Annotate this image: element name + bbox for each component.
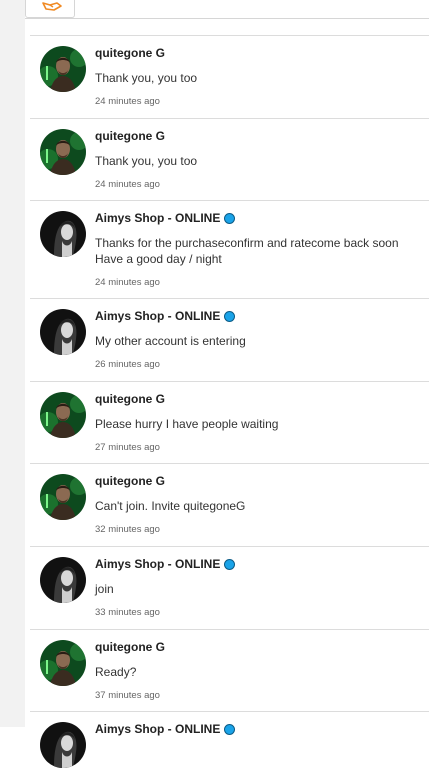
online-status-icon — [224, 558, 236, 570]
sender-row: Aimys Shop - ONLINE — [95, 556, 423, 572]
online-status-icon — [224, 212, 236, 224]
message-content: quitegone G Please hurry I have people wa… — [95, 391, 423, 453]
scrollbar[interactable] — [429, 0, 440, 727]
sender-name[interactable]: Aimys Shop - ONLINE — [95, 557, 220, 571]
message-content: quitegone G Ready? 37 minutes ago — [95, 639, 423, 701]
message-list: quitegone G Thank you, you too 24 minutes … — [30, 35, 429, 768]
message-content: Aimys Shop - ONLINE join 33 minutes ago — [95, 556, 423, 618]
sender-row: quitegone G — [95, 391, 423, 407]
message-item: quitegone G Ready? 37 minutes ago — [30, 629, 429, 711]
sender-name[interactable]: quitegone G — [95, 129, 165, 143]
message-text: Please hurry I have people waiting — [95, 417, 279, 431]
quitegone-avatar[interactable] — [40, 46, 86, 92]
message-timestamp: 24 minutes ago — [95, 277, 160, 288]
message-content: quitegone G Thank you, you too 24 minutes … — [95, 45, 423, 107]
sender-row: Aimys Shop - ONLINE — [95, 721, 423, 737]
message-content: Aimys Shop - ONLINE — [95, 721, 423, 737]
sender-name[interactable]: quitegone G — [95, 392, 165, 406]
message-timestamp: 32 minutes ago — [95, 524, 160, 535]
sender-name[interactable]: Aimys Shop - ONLINE — [95, 211, 220, 225]
message-item: Aimys Shop - ONLINE My other account is e… — [30, 298, 429, 381]
sender-row: quitegone G — [95, 128, 423, 144]
sender-name[interactable]: quitegone G — [95, 640, 165, 654]
message-content: quitegone G Can't join. Invite quitegoneG… — [95, 473, 423, 535]
sender-name[interactable]: quitegone G — [95, 474, 165, 488]
online-status-icon — [224, 723, 236, 735]
top-bar — [25, 0, 429, 19]
message-text: Ready? — [95, 665, 137, 679]
message-item: quitegone G Thank you, you too 24 minutes … — [30, 118, 429, 200]
chat-panel: quitegone G Thank you, you too 24 minutes … — [25, 0, 429, 768]
message-text: join — [95, 582, 114, 596]
message-content: quitegone G Thank you, you too 24 minutes … — [95, 128, 423, 190]
sender-row: quitegone G — [95, 639, 423, 655]
quitegone-avatar[interactable] — [40, 640, 86, 686]
message-text: Can't join. Invite quitegoneG — [95, 499, 246, 513]
aimys-avatar[interactable] — [40, 722, 86, 768]
message-text: Thanks for the purchaseconfirm and ratec… — [95, 236, 399, 266]
online-status-icon — [224, 310, 236, 322]
message-item: Aimys Shop - ONLINE Thanks for the purcha… — [30, 200, 429, 298]
message-timestamp: 26 minutes ago — [95, 359, 160, 370]
message-text: Thank you, you too — [95, 154, 198, 168]
message-timestamp: 27 minutes ago — [95, 442, 160, 453]
aimys-avatar[interactable] — [40, 211, 86, 257]
sender-row: Aimys Shop - ONLINE — [95, 210, 423, 226]
message-timestamp: 33 minutes ago — [95, 607, 160, 618]
message-item: quitegone G Can't join. Invite quitegoneG… — [30, 463, 429, 546]
message-timestamp: 24 minutes ago — [95, 96, 160, 107]
sender-row: quitegone G — [95, 473, 423, 489]
message-item: Aimys Shop - ONLINE join 33 minutes ago — [30, 546, 429, 629]
message-content: Aimys Shop - ONLINE Thanks for the purcha… — [95, 210, 423, 288]
message-timestamp: 37 minutes ago — [95, 690, 160, 701]
sender-name[interactable]: Aimys Shop - ONLINE — [95, 722, 220, 736]
sender-row: quitegone G — [95, 45, 423, 61]
message-item: Aimys Shop - ONLINE — [30, 711, 429, 768]
aimys-avatar[interactable] — [40, 557, 86, 603]
aimys-avatar[interactable] — [40, 309, 86, 355]
message-item: quitegone G Please hurry I have people wa… — [30, 381, 429, 463]
message-content: Aimys Shop - ONLINE My other account is e… — [95, 308, 423, 370]
sender-name[interactable]: quitegone G — [95, 46, 165, 60]
left-rail — [0, 0, 25, 727]
message-item: quitegone G Thank you, you too 24 minutes … — [30, 35, 429, 118]
message-text: Thank you, you too — [95, 71, 198, 85]
quitegone-avatar[interactable] — [40, 392, 86, 438]
quitegone-avatar[interactable] — [40, 129, 86, 175]
message-timestamp: 24 minutes ago — [95, 179, 160, 190]
message-text: My other account is entering — [95, 334, 246, 348]
top-tab[interactable] — [25, 0, 75, 18]
sender-name[interactable]: Aimys Shop - ONLINE — [95, 309, 220, 323]
quitegone-avatar[interactable] — [40, 474, 86, 520]
sender-row: Aimys Shop - ONLINE — [95, 308, 423, 324]
hand-icon — [42, 2, 62, 11]
